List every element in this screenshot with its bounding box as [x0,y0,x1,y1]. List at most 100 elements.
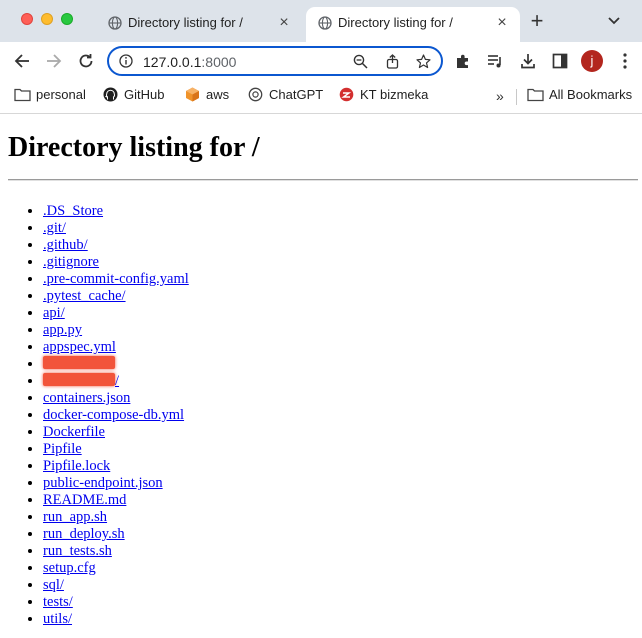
file-link[interactable]: .pytest_cache/ [43,288,126,304]
directory-list: .DS_Store.git/.github/.gitignore.pre-com… [0,203,189,628]
file-link[interactable]: Pipfile [43,441,82,457]
list-item: run_tests.sh [43,543,189,560]
file-link[interactable]: public-endpoint.json [43,475,163,491]
more-options-icon[interactable] [617,52,633,70]
file-link[interactable]: tests/ [43,594,73,610]
list-item: README.md [43,492,189,509]
chevron-down-icon[interactable] [606,14,622,28]
file-link[interactable]: utils/ [43,611,72,627]
reload-icon[interactable] [77,52,95,70]
media-playlist-icon[interactable] [486,52,504,70]
file-link[interactable]: containers.json [43,390,130,406]
bookmark-kt-bizmeka[interactable]: KT bizmeka [338,87,428,105]
redacted-file-link[interactable]: / [43,373,119,389]
list-item [43,356,189,373]
download-icon[interactable] [519,52,537,70]
list-item: utils/ [43,611,189,628]
bookmark-star-icon[interactable] [416,54,431,69]
tab-title: Directory listing for / [128,15,243,30]
file-link[interactable]: .pre-commit-config.yaml [43,271,189,287]
new-tab-button[interactable]: + [527,10,547,32]
share-icon[interactable] [385,54,400,69]
github-icon [103,87,118,102]
divider [8,179,638,181]
list-item: / [43,373,189,390]
browser-toolbar: 127.0.0.1:8000 j [0,42,642,80]
list-item: docker-compose-db.yml [43,407,189,424]
file-link[interactable]: README.md [43,492,126,508]
list-item: Pipfile.lock [43,458,189,475]
forward-arrow-icon[interactable] [45,52,63,70]
redaction-mark [43,356,115,369]
url-text: 127.0.0.1:8000 [143,54,236,70]
redacted-file-link[interactable] [43,356,115,372]
file-link[interactable]: Pipfile.lock [43,458,110,474]
file-link[interactable]: setup.cfg [43,560,96,576]
file-link[interactable]: run_app.sh [43,509,107,525]
list-item: Pipfile [43,441,189,458]
bookmark-label: aws [206,87,230,102]
list-item: .pre-commit-config.yaml [43,271,189,288]
url-port: :8000 [201,54,237,70]
list-item: containers.json [43,390,189,407]
file-link[interactable]: Dockerfile [43,424,105,440]
file-link[interactable]: appspec.yml [43,339,116,355]
zoom-window-button[interactable] [61,13,73,25]
profile-avatar[interactable]: j [581,50,603,72]
globe-icon [318,16,332,30]
list-item: appspec.yml [43,339,189,356]
list-item: public-endpoint.json [43,475,189,492]
folder-icon [527,88,544,102]
tab-directory-listing-1[interactable]: Directory listing for / × [96,7,302,42]
list-item: .github/ [43,237,189,254]
site-info-icon[interactable] [119,54,133,68]
list-item: run_deploy.sh [43,526,189,543]
file-link[interactable]: run_deploy.sh [43,526,125,542]
bookmarks-bar: personal GitHub aws ChatGPT KT bizmeka »… [0,80,642,114]
bookmark-personal[interactable]: personal [14,87,86,105]
all-bookmarks-button[interactable]: All Bookmarks [527,87,632,105]
list-item: setup.cfg [43,560,189,577]
file-link[interactable]: .gitignore [43,254,99,270]
page-title: Directory listing for / [8,132,260,163]
file-link[interactable]: sql/ [43,577,64,593]
list-item: sql/ [43,577,189,594]
close-tab-icon[interactable]: × [494,15,510,31]
list-item: api/ [43,305,189,322]
file-link[interactable]: .github/ [43,237,88,253]
globe-icon [108,16,122,30]
bookmarks-overflow-chevron-icon[interactable]: » [496,88,504,104]
bizmeka-icon [339,87,354,102]
all-bookmarks-label: All Bookmarks [549,87,633,102]
page-content: Directory listing for / .DS_Store.git/.g… [0,114,642,638]
bookmark-github[interactable]: GitHub [102,87,164,105]
list-item: .pytest_cache/ [43,288,189,305]
list-item: run_app.sh [43,509,189,526]
file-link[interactable]: api/ [43,305,65,321]
list-item: .DS_Store [43,203,189,220]
bookmarks-divider [516,89,517,105]
close-tab-icon[interactable]: × [276,15,292,31]
list-item: tests/ [43,594,189,611]
file-link[interactable]: .DS_Store [43,203,103,219]
tab-directory-listing-2[interactable]: Directory listing for / × [306,7,520,42]
side-panel-icon[interactable] [551,52,569,70]
redaction-mark [43,373,115,386]
redacted-suffix: / [115,373,120,389]
list-item: .gitignore [43,254,189,271]
minimize-window-button[interactable] [41,13,53,25]
folder-icon [14,88,31,102]
close-window-button[interactable] [21,13,33,25]
file-link[interactable]: app.py [43,322,82,338]
back-arrow-icon[interactable] [13,52,31,70]
address-bar[interactable]: 127.0.0.1:8000 [107,46,443,76]
extensions-puzzle-icon[interactable] [454,52,472,70]
file-link[interactable]: .git/ [43,220,66,236]
file-link[interactable]: docker-compose-db.yml [43,407,184,423]
bookmark-chatgpt[interactable]: ChatGPT [247,87,323,105]
url-host: 127.0.0.1 [143,54,202,70]
bookmark-aws[interactable]: aws [184,87,229,105]
zoom-icon[interactable] [353,54,368,69]
file-link[interactable]: run_tests.sh [43,543,112,559]
tab-title: Directory listing for / [338,15,453,30]
